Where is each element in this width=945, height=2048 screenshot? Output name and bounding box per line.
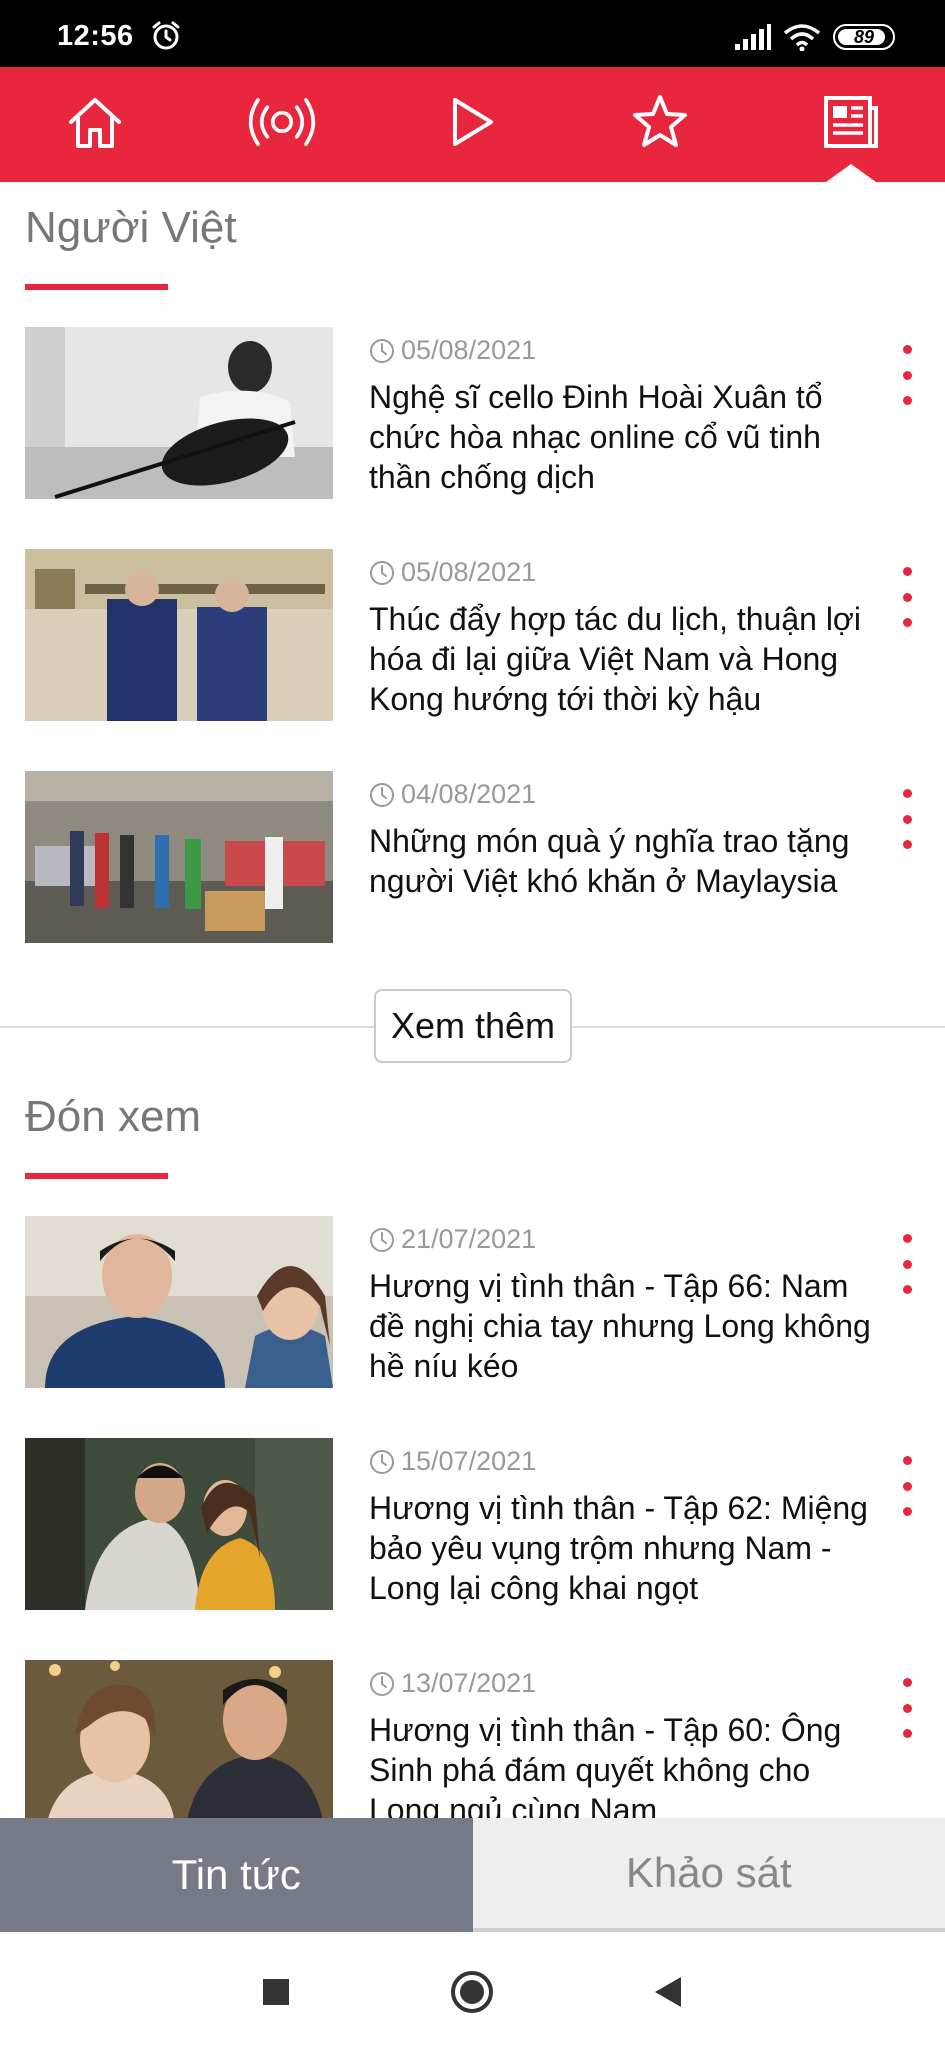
article-more-button[interactable]	[890, 345, 924, 405]
play-icon	[453, 98, 493, 146]
article-meta: 13/07/2021	[369, 1668, 536, 1699]
alarm-icon	[152, 21, 180, 50]
article-meta: 04/08/2021	[369, 779, 536, 810]
news-icon	[824, 96, 878, 148]
top-navigation	[0, 67, 945, 182]
recent-apps-button[interactable]	[251, 1967, 301, 2017]
article-date: 05/08/2021	[401, 335, 537, 365]
system-navigation-bar	[0, 1932, 945, 2048]
section-underline	[25, 1173, 168, 1179]
nav-video-button[interactable]	[437, 87, 507, 157]
clock-icon	[370, 1227, 394, 1252]
clock-icon	[370, 1449, 394, 1474]
status-bar: 12:56 89	[0, 0, 945, 67]
section-underline	[25, 284, 168, 290]
article-title[interactable]: Nghệ sĩ cello Đinh Hoài Xuân tổ chức hòa…	[369, 377, 874, 497]
article-date: 05/08/2021	[401, 557, 537, 587]
article-item[interactable]: 05/08/2021 Thúc đẩy hợp tác du lịch, thu…	[0, 549, 945, 729]
nav-favorites-button[interactable]	[625, 87, 695, 157]
broadcast-icon	[248, 98, 316, 146]
nav-home-button[interactable]	[60, 87, 130, 157]
nav-live-button[interactable]	[247, 87, 317, 157]
article-more-button[interactable]	[890, 789, 924, 849]
article-meta: 15/07/2021	[369, 1446, 536, 1477]
article-more-button[interactable]	[890, 567, 924, 627]
article-title[interactable]: Thúc đẩy hợp tác du lịch, thuận lợi hóa …	[369, 599, 874, 719]
circle-icon	[451, 1971, 493, 2013]
section-title-don-xem: Đón xem	[25, 1092, 202, 1141]
article-more-button[interactable]	[890, 1456, 924, 1516]
battery-icon: 89	[833, 24, 895, 50]
clock-icon	[370, 338, 394, 363]
signal-icon	[735, 24, 771, 50]
back-button[interactable]	[642, 1967, 692, 2017]
article-title[interactable]: Hương vị tình thân - Tập 62: Miệng bảo y…	[369, 1488, 874, 1608]
article-item[interactable]: 21/07/2021 Hương vị tình thân - Tập 66: …	[0, 1216, 945, 1396]
article-item[interactable]: 04/08/2021 Những món quà ý nghĩa trao tặ…	[0, 771, 945, 951]
article-date: 13/07/2021	[401, 1668, 537, 1698]
tab-tin-tuc[interactable]: Tin tức	[0, 1818, 473, 1932]
battery-level: 89	[853, 26, 875, 47]
clock-icon	[370, 1671, 394, 1696]
article-item[interactable]: 13/07/2021 Hương vị tình thân - Tập 60: …	[0, 1660, 945, 1840]
status-icons: 89	[735, 22, 895, 52]
back-triangle-icon	[655, 1977, 681, 2007]
article-title[interactable]: Hương vị tình thân - Tập 66: Nam đề nghị…	[369, 1266, 874, 1386]
article-meta: 21/07/2021	[369, 1224, 536, 1255]
article-title[interactable]: Những món quà ý nghĩa trao tặng người Vi…	[369, 821, 874, 901]
article-meta: 05/08/2021	[369, 557, 536, 588]
nav-news-button[interactable]	[815, 87, 885, 157]
bottom-tab-bar: Tin tức Khảo sát	[0, 1818, 945, 1932]
article-thumbnail[interactable]	[25, 771, 333, 943]
article-item[interactable]: 05/08/2021 Nghệ sĩ cello Đinh Hoài Xuân …	[0, 327, 945, 507]
article-more-button[interactable]	[890, 1678, 924, 1738]
article-more-button[interactable]	[890, 1234, 924, 1294]
article-thumbnail[interactable]	[25, 549, 333, 721]
clock-icon	[370, 560, 394, 585]
article-thumbnail[interactable]	[25, 327, 333, 499]
clock-icon	[370, 782, 394, 807]
active-tab-indicator	[826, 164, 876, 182]
article-item[interactable]: 15/07/2021 Hương vị tình thân - Tập 62: …	[0, 1438, 945, 1618]
article-title[interactable]: Hương vị tình thân - Tập 60: Ông Sinh ph…	[369, 1710, 874, 1830]
see-more-button[interactable]: Xem thêm	[374, 989, 572, 1063]
article-thumbnail[interactable]	[25, 1438, 333, 1610]
wifi-icon	[783, 24, 821, 51]
section-title-nguoi-viet: Người Việt	[25, 203, 237, 252]
home-button[interactable]	[447, 1967, 497, 2017]
article-date: 21/07/2021	[401, 1224, 537, 1254]
star-icon	[633, 95, 687, 147]
square-icon	[263, 1979, 289, 2005]
tab-khao-sat[interactable]: Khảo sát	[472, 1818, 945, 1932]
article-date: 15/07/2021	[401, 1446, 537, 1476]
article-thumbnail[interactable]	[25, 1660, 333, 1832]
status-time: 12:56	[57, 20, 134, 52]
article-date: 04/08/2021	[401, 779, 537, 809]
home-icon	[69, 98, 121, 148]
article-thumbnail[interactable]	[25, 1216, 333, 1388]
article-meta: 05/08/2021	[369, 335, 536, 366]
